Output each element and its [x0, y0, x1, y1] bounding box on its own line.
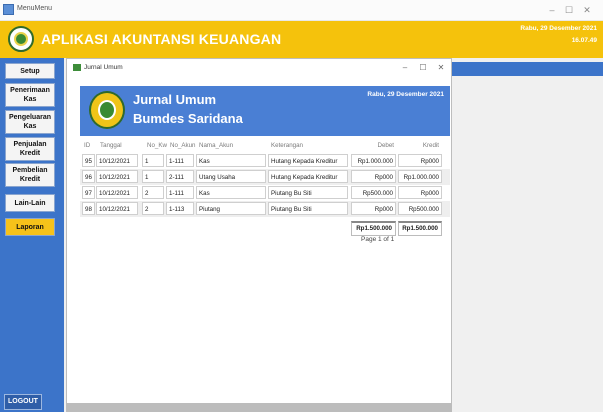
app-logo [8, 26, 34, 52]
col-tanggal: Tanggal [100, 142, 122, 149]
cell-no-kw: 2 [142, 202, 164, 215]
totals-row: Rp1.500.000 Rp1.500.000 [80, 221, 450, 241]
close-button[interactable]: ✕ [580, 3, 594, 17]
maximize-button[interactable]: ☐ [562, 3, 576, 17]
total-debet: Rp1.500.000 [351, 221, 396, 236]
sidebar-item-laporan[interactable]: Laporan [5, 218, 55, 236]
form-icon [73, 64, 81, 71]
sidebar-item-penerimaan-kas[interactable]: Penerimaan Kas [5, 83, 55, 107]
app-name: APLIKASI AKUNTANSI KEUANGAN [41, 31, 282, 47]
cell-no-akun: 1-113 [166, 202, 194, 215]
col-id: ID [84, 142, 91, 149]
cell-no-akun: 1-111 [166, 154, 194, 167]
report-title: Jurnal Umum [133, 92, 217, 107]
child-close-button[interactable]: ✕ [435, 62, 447, 74]
cell-keterangan: Hutang Kepada Kreditur [268, 170, 348, 183]
cell-kredit: Rp000 [398, 186, 442, 199]
cell-kredit: Rp000 [398, 154, 442, 167]
col-nama-akun: Nama_Akun [199, 142, 234, 149]
sidebar-item-setup[interactable]: Setup [5, 63, 55, 79]
report-emblem-icon [98, 100, 116, 120]
main-stripe [452, 62, 603, 76]
cell-keterangan: Piutang Bu Siti [268, 202, 348, 215]
cell-kredit: Rp1.000.000 [398, 170, 442, 183]
cell-id: 97 [82, 186, 95, 199]
cell-nama-akun: Kas [196, 186, 266, 199]
table-header: ID Tanggal No_Kw No_Akun Nama_Akun Keter… [80, 139, 450, 153]
cell-debet: Rp500.000 [351, 186, 396, 199]
bottom-scrollbar[interactable] [66, 403, 452, 412]
cell-debet: Rp000 [351, 170, 396, 183]
header-time: 16.07.49 [571, 37, 597, 44]
sidebar-item-pembelian-kredit[interactable]: Pembelian Kredit [5, 163, 55, 187]
sidebar: Setup Penerimaan Kas Pengeluaran Kas Pen… [0, 58, 64, 412]
sidebar-item-penjualan-kredit[interactable]: Penjualan Kredit [5, 137, 55, 161]
cell-no-akun: 2-111 [166, 170, 194, 183]
cell-tanggal: 10/12/2021 [96, 186, 138, 199]
cell-id: 96 [82, 170, 95, 183]
window-title-bar: MenuMenu – ☐ ✕ [0, 0, 603, 21]
jurnal-table: ID Tanggal No_Kw No_Akun Nama_Akun Keter… [80, 139, 450, 241]
sidebar-item-lain-lain[interactable]: Lain-Lain [5, 194, 55, 212]
report-header: Jurnal Umum Bumdes Saridana Rabu, 29 Des… [80, 86, 450, 136]
cell-keterangan: Piutang Bu Siti [268, 186, 348, 199]
cell-debet: Rp000 [351, 202, 396, 215]
report-date: Rabu, 29 Desember 2021 [367, 91, 444, 98]
table-row: 96 10/12/2021 1 2-111 Utang Usaha Hutang… [80, 169, 450, 185]
page-info: Page 1 of 1 [361, 236, 395, 243]
cell-nama-akun: Piutang [196, 202, 266, 215]
app-header: APLIKASI AKUNTANSI KEUANGAN Rabu, 29 Des… [0, 21, 603, 58]
cell-debet: Rp1.000.000 [351, 154, 396, 167]
window-title: MenuMenu [17, 5, 53, 12]
child-maximize-button[interactable]: ☐ [417, 62, 429, 74]
cell-no-kw: 2 [142, 186, 164, 199]
child-window-title: Jurnal Umum [84, 64, 123, 71]
cell-nama-akun: Kas [196, 154, 266, 167]
child-title-bar: Jurnal Umum – ☐ ✕ [67, 59, 451, 76]
jurnal-umum-window: Jurnal Umum – ☐ ✕ Jurnal Umum Bumdes Sar… [66, 58, 452, 406]
total-kredit: Rp1.500.000 [398, 221, 442, 236]
child-minimize-button[interactable]: – [399, 62, 411, 74]
table-row: 97 10/12/2021 2 1-111 Kas Piutang Bu Sit… [80, 185, 450, 201]
cell-id: 98 [82, 202, 95, 215]
cell-nama-akun: Utang Usaha [196, 170, 266, 183]
header-date: Rabu, 29 Desember 2021 [520, 25, 597, 32]
table-row: 95 10/12/2021 1 1-111 Kas Hutang Kepada … [80, 153, 450, 169]
col-keterangan: Keterangan [271, 142, 303, 149]
col-no-akun: No_Akun [170, 142, 196, 149]
app-icon [3, 4, 14, 15]
report-logo [89, 91, 125, 129]
col-debet: Debet [377, 142, 394, 149]
cell-tanggal: 10/12/2021 [96, 202, 138, 215]
report-subtitle: Bumdes Saridana [133, 111, 243, 126]
logout-button[interactable]: LOGOUT [4, 394, 42, 410]
cell-no-akun: 1-111 [166, 186, 194, 199]
table-row: 98 10/12/2021 2 1-113 Piutang Piutang Bu… [80, 201, 450, 217]
cell-kredit: Rp500.000 [398, 202, 442, 215]
minimize-button[interactable]: – [545, 3, 559, 17]
cell-id: 95 [82, 154, 95, 167]
logo-emblem-icon [14, 32, 28, 46]
cell-no-kw: 1 [142, 170, 164, 183]
cell-tanggal: 10/12/2021 [96, 154, 138, 167]
cell-no-kw: 1 [142, 154, 164, 167]
sidebar-item-pengeluaran-kas[interactable]: Pengeluaran Kas [5, 110, 55, 134]
col-kredit: Kredit [422, 142, 439, 149]
cell-keterangan: Hutang Kepada Kreditur [268, 154, 348, 167]
cell-tanggal: 10/12/2021 [96, 170, 138, 183]
